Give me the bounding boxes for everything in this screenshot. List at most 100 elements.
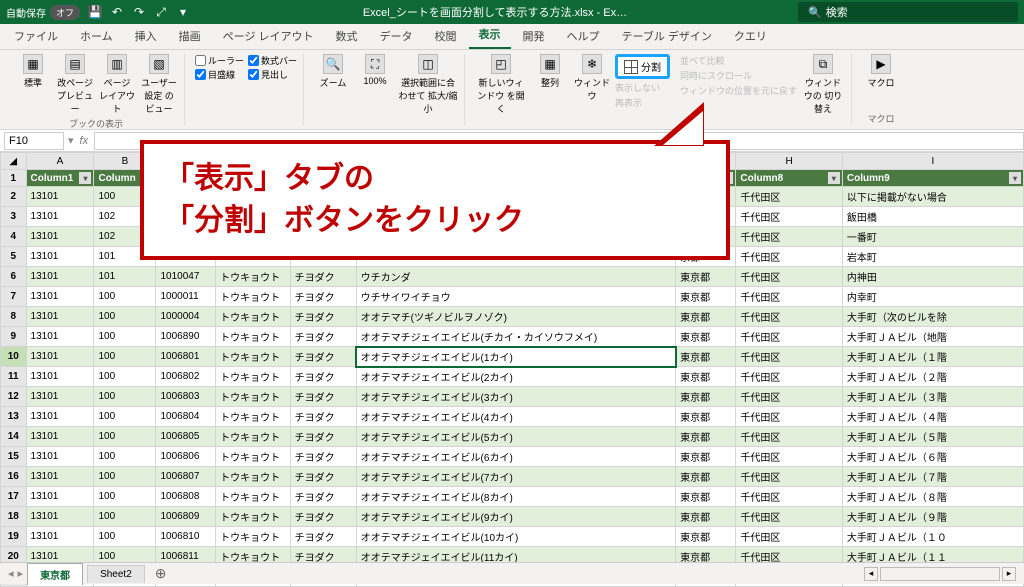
cell[interactable]: 1010047 <box>156 267 216 287</box>
cell[interactable]: 岩本町 <box>842 247 1023 267</box>
cell[interactable]: 千代田区 <box>736 427 843 447</box>
cell[interactable]: チヨダク <box>290 427 356 447</box>
cell[interactable]: 千代田区 <box>736 307 843 327</box>
cell[interactable]: チヨダク <box>290 447 356 467</box>
scroll-track[interactable] <box>880 567 1000 581</box>
table-header[interactable]: Column1 <box>26 170 94 187</box>
cell[interactable]: 100 <box>94 367 156 387</box>
table-row[interactable]: 8131011001000004トウキョウトチヨダクオオテマチ(ツギノビルヲノゾ… <box>1 307 1024 327</box>
cell[interactable]: 大手町ＪＡビル（２階 <box>842 367 1023 387</box>
cell[interactable]: 13101 <box>26 347 94 367</box>
cell[interactable]: 千代田区 <box>736 387 843 407</box>
horizontal-scrollbar[interactable]: ◂ ▸ <box>864 567 1016 581</box>
cell[interactable]: 100 <box>94 427 156 447</box>
cell[interactable]: 東京都 <box>676 347 736 367</box>
cell[interactable]: 13101 <box>26 527 94 547</box>
cell[interactable]: チヨダク <box>290 287 356 307</box>
table-row[interactable]: 15131011001006806トウキョウトチヨダクオオテマチジェイエイビル(… <box>1 447 1024 467</box>
tab-データ[interactable]: データ <box>370 23 423 49</box>
cell[interactable]: オオテマチジェイエイビル(1カイ) <box>356 347 676 367</box>
cell[interactable]: 13101 <box>26 327 94 347</box>
cell[interactable]: 東京都 <box>676 367 736 387</box>
cell[interactable]: 1006807 <box>156 467 216 487</box>
cell[interactable]: 13101 <box>26 187 94 207</box>
cell[interactable]: 千代田区 <box>736 487 843 507</box>
cell[interactable]: 大手町ＪＡビル（５階 <box>842 427 1023 447</box>
cell[interactable]: 千代田区 <box>736 367 843 387</box>
cell[interactable]: 大手町ＪＡビル（地階 <box>842 327 1023 347</box>
cell[interactable]: 千代田区 <box>736 507 843 527</box>
cell[interactable]: 1006804 <box>156 407 216 427</box>
cell[interactable]: オオテマチジェイエイビル(7カイ) <box>356 467 676 487</box>
cell[interactable]: 100 <box>94 387 156 407</box>
col-header-H[interactable]: H <box>736 153 843 170</box>
cell[interactable]: 13101 <box>26 507 94 527</box>
cell[interactable]: 1006802 <box>156 367 216 387</box>
cell[interactable]: 東京都 <box>676 447 736 467</box>
cell[interactable]: 千代田区 <box>736 227 843 247</box>
cell[interactable]: トウキョウト <box>216 407 291 427</box>
row-header-13[interactable]: 13 <box>1 407 27 427</box>
row-header-9[interactable]: 9 <box>1 327 27 347</box>
cell[interactable]: 1006890 <box>156 327 216 347</box>
row-header-19[interactable]: 19 <box>1 527 27 547</box>
cell[interactable]: チヨダク <box>290 267 356 287</box>
cell[interactable]: トウキョウト <box>216 527 291 547</box>
cell[interactable]: トウキョウト <box>216 367 291 387</box>
cell[interactable]: オオテマチジェイエイビル(6カイ) <box>356 447 676 467</box>
cell[interactable]: 13101 <box>26 247 94 267</box>
cell[interactable]: トウキョウト <box>216 327 291 347</box>
cell[interactable]: オオテマチ(ツギノビルヲノゾク) <box>356 307 676 327</box>
cell[interactable]: 13101 <box>26 307 94 327</box>
scroll-left-icon[interactable]: ◂ <box>864 567 878 581</box>
dropdown-icon[interactable]: ▾ <box>174 3 192 21</box>
cell[interactable]: 1006803 <box>156 387 216 407</box>
cell[interactable]: 大手町ＪＡビル（１０ <box>842 527 1023 547</box>
table-row[interactable]: 13131011001006804トウキョウトチヨダクオオテマチジェイエイビル(… <box>1 407 1024 427</box>
cell[interactable]: チヨダク <box>290 487 356 507</box>
cell[interactable]: 100 <box>94 407 156 427</box>
tab-挿入[interactable]: 挿入 <box>125 23 167 49</box>
search-box[interactable]: 🔍 検索 <box>798 2 1018 22</box>
cell[interactable]: 大手町ＪＡビル（３階 <box>842 387 1023 407</box>
sheet-tab-sheet2[interactable]: Sheet2 <box>87 565 145 583</box>
sheet-tab-tokyo[interactable]: 東京都 <box>27 563 83 585</box>
pointer-icon[interactable]: ⤢ <box>152 3 170 21</box>
view-pagelayout-button[interactable]: ▥ページ レイアウト <box>98 54 136 115</box>
cell[interactable]: 13101 <box>26 407 94 427</box>
tab-表示[interactable]: 表示 <box>469 21 511 49</box>
row-header-7[interactable]: 7 <box>1 287 27 307</box>
cell[interactable]: 一番町 <box>842 227 1023 247</box>
cell[interactable]: 東京都 <box>676 267 736 287</box>
cell[interactable]: 以下に掲載がない場合 <box>842 187 1023 207</box>
table-header[interactable]: Column9 <box>842 170 1023 187</box>
cell[interactable]: 100 <box>94 467 156 487</box>
tab-描画[interactable]: 描画 <box>169 23 211 49</box>
tab-テーブル デザイン[interactable]: テーブル デザイン <box>612 23 722 49</box>
table-row[interactable]: 19131011001006810トウキョウトチヨダクオオテマチジェイエイビル(… <box>1 527 1024 547</box>
cell[interactable]: チヨダク <box>290 507 356 527</box>
cell[interactable]: トウキョウト <box>216 347 291 367</box>
cell[interactable]: 大手町ＪＡビル（９階 <box>842 507 1023 527</box>
row-header-14[interactable]: 14 <box>1 427 27 447</box>
tab-開発[interactable]: 開発 <box>513 23 555 49</box>
cell[interactable]: 1006809 <box>156 507 216 527</box>
add-sheet-button[interactable]: ⊕ <box>149 565 173 582</box>
cell[interactable]: オオテマチジェイエイビル(8カイ) <box>356 487 676 507</box>
ruler-checkbox[interactable]: ルーラー <box>195 54 244 67</box>
tab-数式[interactable]: 数式 <box>326 23 368 49</box>
cell[interactable]: 1006806 <box>156 447 216 467</box>
cell[interactable]: 大手町（次のビルを除 <box>842 307 1023 327</box>
row-header-6[interactable]: 6 <box>1 267 27 287</box>
cell[interactable]: 大手町ＪＡビル（６階 <box>842 447 1023 467</box>
cell[interactable]: 千代田区 <box>736 187 843 207</box>
cell[interactable]: 100 <box>94 447 156 467</box>
row-header-17[interactable]: 17 <box>1 487 27 507</box>
row-header-11[interactable]: 11 <box>1 367 27 387</box>
cell[interactable]: ウチサイワイチョウ <box>356 287 676 307</box>
cell[interactable]: 13101 <box>26 447 94 467</box>
cell[interactable]: 東京都 <box>676 287 736 307</box>
cell[interactable]: チヨダク <box>290 387 356 407</box>
fx-icon[interactable]: fx <box>74 135 95 147</box>
cell[interactable]: 千代田区 <box>736 287 843 307</box>
